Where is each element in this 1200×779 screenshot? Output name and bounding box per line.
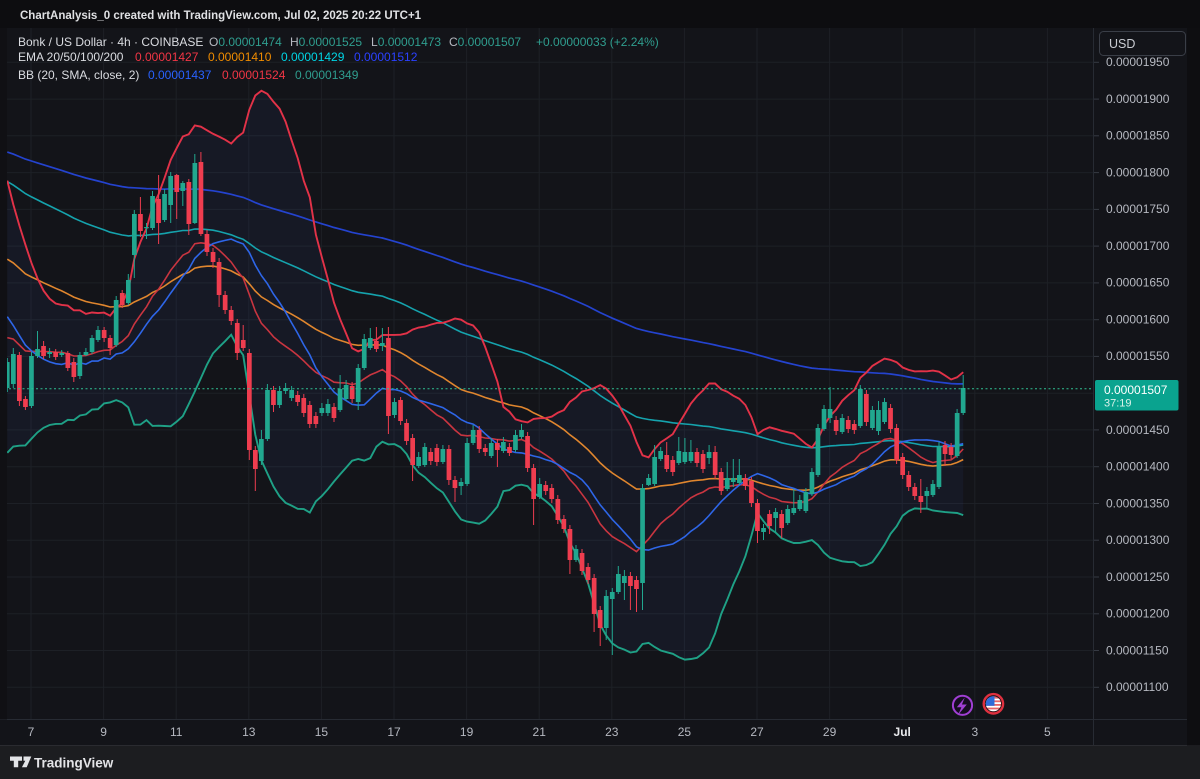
svg-text:5: 5 [1044, 725, 1051, 739]
svg-text:0.00001900: 0.00001900 [1106, 92, 1170, 106]
svg-text:0.00001400: 0.00001400 [1106, 460, 1170, 474]
svg-text:Bonk / US Dollar · 4h · COINBA: Bonk / US Dollar · 4h · COINBASE [18, 35, 203, 49]
svg-text:EMA 20/50/100/2000.000014270.0: EMA 20/50/100/2000.000014270.000014100.0… [18, 50, 418, 64]
svg-text:19: 19 [460, 725, 474, 739]
svg-text:0.00001350: 0.00001350 [1106, 496, 1170, 510]
svg-text:9: 9 [100, 725, 107, 739]
svg-text:7: 7 [28, 725, 35, 739]
svg-text:27: 27 [750, 725, 764, 739]
svg-text:11: 11 [170, 725, 183, 739]
svg-text:13: 13 [242, 725, 256, 739]
svg-text:ChartAnalysis_0 created with T: ChartAnalysis_0 created with TradingView… [20, 10, 422, 22]
svg-text:0.00001507: 0.00001507 [1104, 383, 1168, 397]
svg-text:0.00001300: 0.00001300 [1106, 533, 1170, 547]
svg-text:0.00001200: 0.00001200 [1106, 607, 1170, 621]
svg-text:TradingView: TradingView [34, 756, 114, 771]
svg-text:15: 15 [315, 725, 329, 739]
svg-text:BB (20, SMA, close, 2)0.000014: BB (20, SMA, close, 2)0.000014370.000015… [18, 68, 359, 82]
svg-text:3: 3 [971, 725, 978, 739]
svg-text:0.00001100: 0.00001100 [1106, 680, 1169, 694]
svg-text:17: 17 [387, 725, 401, 739]
svg-text:0.00001750: 0.00001750 [1106, 202, 1170, 216]
svg-text:0.00001800: 0.00001800 [1106, 165, 1170, 179]
svg-text:29: 29 [823, 725, 837, 739]
svg-text:21: 21 [533, 725, 547, 739]
svg-text:Jul: Jul [894, 725, 911, 739]
svg-text:O0.00001474H0.00001525L0.00001: O0.00001474H0.00001525L0.00001473C0.0000… [209, 35, 659, 49]
svg-text:0.00001450: 0.00001450 [1106, 423, 1170, 437]
svg-text:0.00001650: 0.00001650 [1106, 276, 1170, 290]
svg-text:0.00001250: 0.00001250 [1106, 570, 1170, 584]
svg-text:37:19: 37:19 [1104, 398, 1132, 410]
svg-text:23: 23 [605, 725, 619, 739]
svg-text:0.00001550: 0.00001550 [1106, 349, 1170, 363]
svg-text:0.00001700: 0.00001700 [1106, 239, 1170, 253]
svg-text:0.00001150: 0.00001150 [1106, 643, 1169, 657]
svg-text:USD: USD [1109, 37, 1135, 51]
svg-text:25: 25 [678, 725, 692, 739]
svg-text:0.00001850: 0.00001850 [1106, 129, 1170, 143]
svg-text:0.00001600: 0.00001600 [1106, 313, 1170, 327]
svg-text:0.00001950: 0.00001950 [1106, 55, 1170, 69]
